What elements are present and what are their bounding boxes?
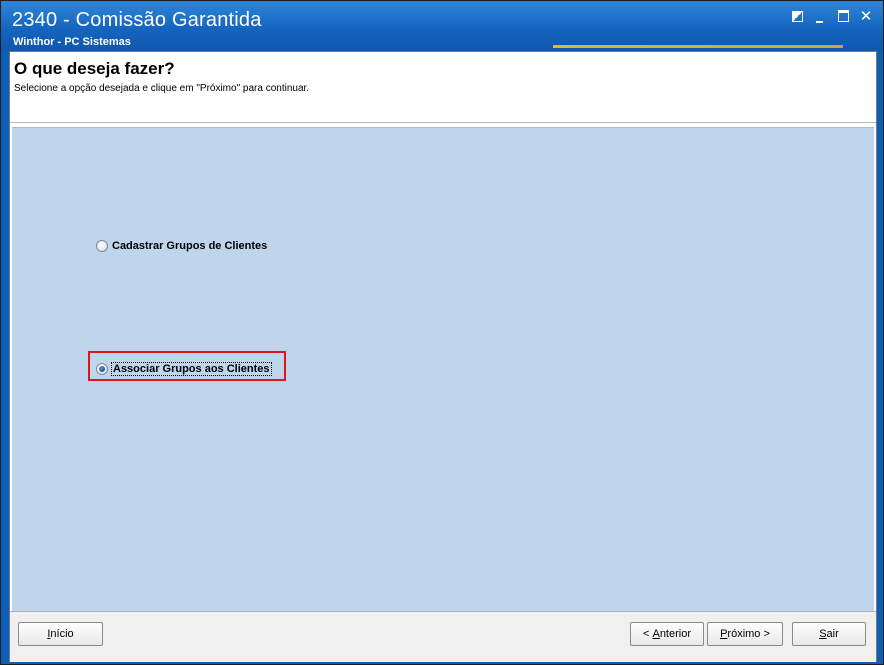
radio-unchecked-icon[interactable] bbox=[96, 240, 108, 252]
title-accent-bar bbox=[553, 45, 843, 48]
page-description: Selecione a opção desejada e clique em "… bbox=[14, 83, 310, 94]
proximo-button[interactable]: Próximo > bbox=[707, 622, 783, 646]
restore-button[interactable] bbox=[789, 7, 809, 27]
title-bar[interactable]: 2340 - Comissão Garantida Winthor - PC S… bbox=[1, 1, 883, 51]
close-button[interactable]: ✕ bbox=[856, 7, 876, 27]
highlight-box bbox=[88, 351, 286, 381]
maximize-icon bbox=[838, 10, 849, 22]
minimize-button[interactable] bbox=[811, 7, 831, 27]
anterior-button[interactable]: < Anterior bbox=[630, 622, 704, 646]
app-window: 2340 - Comissão Garantida Winthor - PC S… bbox=[0, 0, 884, 665]
page-title: O que deseja fazer? bbox=[14, 59, 175, 78]
option-cadastrar-grupos[interactable]: Cadastrar Grupos de Clientes bbox=[96, 240, 267, 252]
window-subtitle: Winthor - PC Sistemas bbox=[13, 36, 131, 48]
options-panel: Cadastrar Grupos de Clientes Associar Gr… bbox=[12, 127, 874, 611]
wizard-content: O que deseja fazer? Selecione a opção de… bbox=[9, 51, 877, 662]
wizard-header: O que deseja fazer? Selecione a opção de… bbox=[10, 52, 876, 123]
option-label[interactable]: Cadastrar Grupos de Clientes bbox=[112, 240, 267, 252]
window-title: 2340 - Comissão Garantida bbox=[12, 9, 262, 31]
maximize-button[interactable] bbox=[834, 7, 854, 27]
wizard-footer: Início < Anterior Próximo > Sair bbox=[10, 611, 876, 662]
inicio-button[interactable]: Início bbox=[18, 622, 103, 646]
restore-icon bbox=[792, 11, 803, 22]
minimize-icon bbox=[816, 21, 823, 23]
close-icon: ✕ bbox=[859, 8, 873, 25]
sair-button[interactable]: Sair bbox=[792, 622, 866, 646]
